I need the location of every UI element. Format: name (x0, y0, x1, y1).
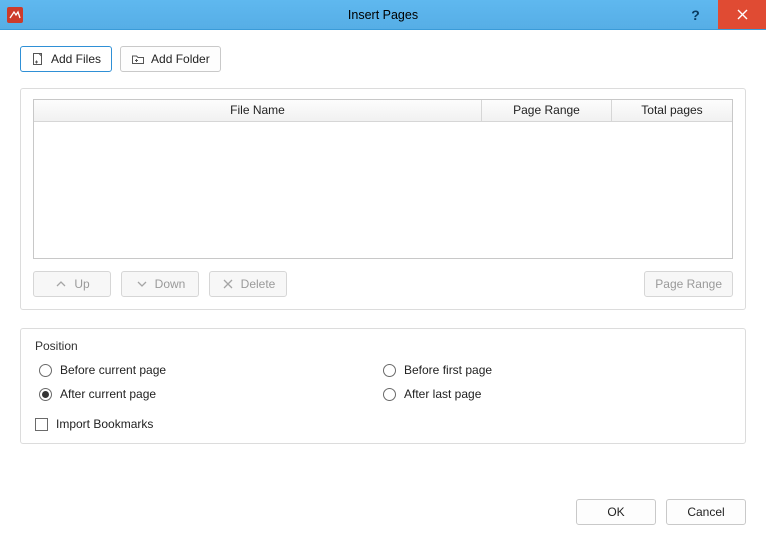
position-panel: Position Before current page Before firs… (20, 328, 746, 444)
window-title: Insert Pages (0, 8, 766, 22)
dialog-body: Add Files Add Folder File Name Page Rang… (0, 30, 766, 539)
radio-label: Before first page (404, 363, 492, 377)
col-total-pages[interactable]: Total pages (612, 100, 732, 121)
table-actions: Up Down Delete Page Range (33, 271, 733, 297)
files-panel: File Name Page Range Total pages Up Down (20, 88, 746, 310)
add-file-icon (31, 52, 45, 66)
up-button[interactable]: Up (33, 271, 111, 297)
files-table: File Name Page Range Total pages (33, 99, 733, 259)
up-label: Up (74, 277, 89, 291)
chevron-down-icon (135, 277, 149, 291)
import-bookmarks-checkbox[interactable]: Import Bookmarks (33, 417, 733, 431)
toolbar: Add Files Add Folder (20, 46, 746, 72)
radio-before-current[interactable]: Before current page (39, 363, 383, 377)
close-button[interactable] (718, 0, 766, 29)
delete-button[interactable]: Delete (209, 271, 287, 297)
titlebar: Insert Pages ? (0, 0, 766, 30)
delete-icon (221, 277, 235, 291)
add-folder-icon (131, 52, 145, 66)
table-header: File Name Page Range Total pages (34, 100, 732, 122)
radio-before-first[interactable]: Before first page (383, 363, 727, 377)
radio-after-current[interactable]: After current page (39, 387, 383, 401)
app-icon (4, 4, 26, 26)
table-body[interactable] (34, 122, 732, 258)
cancel-label: Cancel (687, 505, 724, 519)
checkbox-label: Import Bookmarks (56, 417, 153, 431)
radio-label: After current page (60, 387, 156, 401)
add-folder-label: Add Folder (151, 52, 210, 66)
radio-label: After last page (404, 387, 481, 401)
down-label: Down (155, 277, 186, 291)
page-range-button[interactable]: Page Range (644, 271, 733, 297)
dialog-footer: OK Cancel (20, 487, 746, 525)
chevron-up-icon (54, 277, 68, 291)
add-folder-button[interactable]: Add Folder (120, 46, 221, 72)
radio-icon (39, 364, 52, 377)
help-button[interactable]: ? (673, 0, 718, 29)
radio-label: Before current page (60, 363, 166, 377)
radio-after-last[interactable]: After last page (383, 387, 727, 401)
position-label: Position (35, 339, 733, 353)
checkbox-icon (35, 418, 48, 431)
col-file-name[interactable]: File Name (34, 100, 482, 121)
radio-icon (383, 364, 396, 377)
close-icon (737, 9, 748, 20)
window-controls: ? (673, 0, 766, 29)
delete-label: Delete (241, 277, 276, 291)
radio-icon (383, 388, 396, 401)
position-options: Before current page Before first page Af… (33, 363, 733, 405)
add-files-button[interactable]: Add Files (20, 46, 112, 72)
col-page-range[interactable]: Page Range (482, 100, 612, 121)
ok-button[interactable]: OK (576, 499, 656, 525)
radio-icon (39, 388, 52, 401)
cancel-button[interactable]: Cancel (666, 499, 746, 525)
page-range-label: Page Range (655, 277, 722, 291)
ok-label: OK (607, 505, 624, 519)
down-button[interactable]: Down (121, 271, 199, 297)
add-files-label: Add Files (51, 52, 101, 66)
